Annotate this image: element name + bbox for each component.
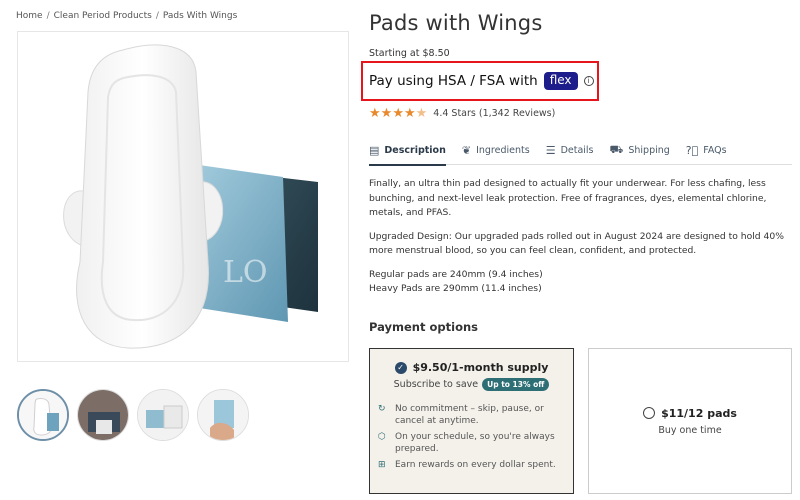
benefit-text: On your schedule, so you're always prepa… <box>395 432 555 454</box>
flex-logo-badge: flex <box>543 72 578 90</box>
pad-thumb-icon <box>19 391 67 439</box>
thumbnail-packages[interactable] <box>137 389 189 441</box>
breadcrumb-separator: / <box>155 11 159 21</box>
product-info-tabs: ▤ Description ❦ Ingredients ☰ Details ⛟ … <box>369 137 792 166</box>
breadcrumb-clean-period-products[interactable]: Clean Period Products <box>54 11 152 21</box>
list-icon: ☰ <box>545 144 556 157</box>
size-heavy: Heavy Pads are 290mm (11.4 inches) <box>369 283 542 294</box>
tab-faqs[interactable]: ?⃝ FAQs <box>686 137 727 165</box>
check-circle-icon: ✓ <box>394 361 407 374</box>
hand-thumb-icon <box>198 390 248 440</box>
breadcrumb-separator: / <box>46 11 50 21</box>
radio-button[interactable] <box>643 407 656 419</box>
thumbnail-pad[interactable] <box>17 389 69 441</box>
product-rating[interactable]: ★ ★ ★ ★ ★ 4.4 Stars (1,342 Reviews) <box>369 107 555 120</box>
tab-ingredients[interactable]: ❦ Ingredients <box>462 137 530 165</box>
subscribe-save-row: Subscribe to save Up to 13% off <box>378 378 565 391</box>
packages-thumb-icon <box>138 390 188 440</box>
pad-product-illustration: L LO <box>63 44 318 349</box>
box-icon: ⬡ <box>378 432 386 442</box>
truck-icon: ⛟ <box>609 143 624 156</box>
hsa-fsa-banner[interactable]: Pay using HSA / FSA with flex i <box>361 61 599 101</box>
thumbnail-lifestyle[interactable] <box>77 389 129 441</box>
subscription-benefits: ↻ No commitment – skip, pause, or cancel… <box>378 403 565 471</box>
breadcrumb-home[interactable]: Home <box>16 11 43 21</box>
leaf-icon: ❦ <box>461 144 472 157</box>
size-regular: Regular pads are 240mm (9.4 inches) <box>369 268 543 280</box>
subscription-price: $9.50/1-month supply <box>412 361 549 374</box>
one-time-price: $11/12 pads <box>661 406 737 420</box>
tab-label: FAQs <box>703 145 727 156</box>
breadcrumb: Home / Clean Period Products / Pads With Win… <box>16 11 237 21</box>
document-icon: ▤ <box>369 144 380 157</box>
tab-label: Shipping <box>628 145 670 156</box>
thumbnail-hand[interactable] <box>197 389 249 441</box>
star-icon: ★ <box>369 106 381 121</box>
product-main-image[interactable]: L LO <box>17 31 349 362</box>
starting-price: Starting at $8.50 <box>369 48 450 59</box>
description-paragraph: Upgraded Design: Our upgraded pads rolle… <box>369 230 784 257</box>
svg-text:LO: LO <box>223 255 268 290</box>
refresh-icon: ↻ <box>378 404 386 414</box>
star-half-icon: ★ <box>415 106 428 121</box>
product-title: Pads with Wings <box>369 11 543 35</box>
description-panel: Finally, an ultra thin pad designed to a… <box>369 177 789 306</box>
question-circle-icon: ?⃝ <box>685 144 699 157</box>
subscription-header: ✓ $9.50/1-month supply <box>378 361 565 374</box>
benefit-item: ⬡ On your schedule, so you're always pre… <box>378 431 565 455</box>
benefit-item: ↻ No commitment – skip, pause, or cancel… <box>378 403 565 427</box>
size-info: Regular pads are 240mm (9.4 inches) Heav… <box>369 268 789 297</box>
tab-label: Ingredients <box>476 145 530 156</box>
payment-options-title: Payment options <box>369 320 478 334</box>
hsa-fsa-text: Pay using HSA / FSA with <box>369 73 538 89</box>
star-icon: ★ <box>380 106 393 121</box>
discount-badge: Up to 13% off <box>482 378 550 391</box>
description-paragraph: Finally, an ultra thin pad designed to a… <box>369 178 767 218</box>
rating-stars: ★ ★ ★ ★ ★ <box>369 107 427 120</box>
rating-text: 4.4 Stars (1,342 Reviews) <box>433 108 556 119</box>
benefit-item: ⊞ Earn rewards on every dollar spent. <box>378 459 565 471</box>
one-time-header: $11/12 pads <box>643 407 737 420</box>
star-icon: ★ <box>403 106 416 121</box>
star-icon: ★ <box>392 106 404 121</box>
info-icon[interactable]: i <box>583 76 594 86</box>
benefit-text: Earn rewards on every dollar spent. <box>395 460 556 470</box>
one-time-option[interactable]: $11/12 pads Buy one time <box>588 348 792 494</box>
lifestyle-thumb-icon <box>78 390 128 440</box>
tab-label: Description <box>384 145 446 156</box>
tab-description[interactable]: ▤ Description <box>369 137 446 166</box>
tab-shipping[interactable]: ⛟ Shipping <box>610 137 670 165</box>
one-time-subtext: Buy one time <box>658 424 722 436</box>
breadcrumb-current: Pads With Wings <box>162 11 238 21</box>
subscription-option[interactable]: ✓ $9.50/1-month supply Subscribe to save… <box>369 348 574 494</box>
gift-icon: ⊞ <box>378 460 386 470</box>
thumbnail-gallery <box>17 389 249 441</box>
subscribe-save-text: Subscribe to save <box>393 379 479 390</box>
benefit-text: No commitment – skip, pause, or cancel a… <box>395 404 544 426</box>
tab-label: Details <box>560 145 594 156</box>
tab-details[interactable]: ☰ Details <box>546 137 594 165</box>
